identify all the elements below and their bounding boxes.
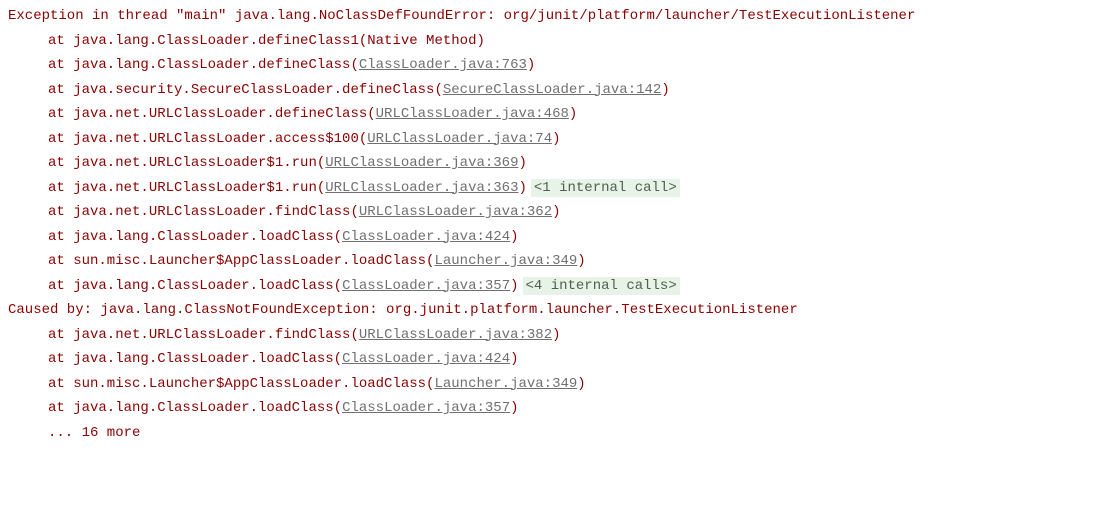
frame-text: at java.net.URLClassLoader.access$100( [48,131,367,147]
stack-frame: at java.net.URLClassLoader$1.run(URLClas… [8,151,1104,176]
close-paren: ) [510,400,518,416]
source-link[interactable]: URLClassLoader.java:468 [376,106,569,122]
frame-text: at java.net.URLClassLoader.findClass( [48,204,359,220]
source-link[interactable]: ClassLoader.java:424 [342,229,510,245]
close-paren: ) [518,155,526,171]
source-link[interactable]: URLClassLoader.java:363 [325,180,518,196]
stack-frame: at sun.misc.Launcher$AppClassLoader.load… [8,372,1104,397]
source-link[interactable]: URLClassLoader.java:369 [325,155,518,171]
source-link[interactable]: Launcher.java:349 [434,253,577,269]
frame-text: at java.lang.ClassLoader.loadClass( [48,229,342,245]
stack-frame: at java.net.URLClassLoader.defineClass(U… [8,102,1104,127]
frame-text: at java.lang.ClassLoader.loadClass( [48,400,342,416]
frame-text: at java.net.URLClassLoader.findClass( [48,327,359,343]
frames-omitted: ... 16 more [8,421,1104,446]
stack-frame: at java.lang.ClassLoader.loadClass(Class… [8,347,1104,372]
frame-text: at java.lang.ClassLoader.loadClass( [48,351,342,367]
frame-text: at java.security.SecureClassLoader.defin… [48,82,443,98]
stack-frame: at java.net.URLClassLoader.access$100(UR… [8,127,1104,152]
close-paren: ) [518,180,526,196]
frame-text: at java.lang.ClassLoader.defineClass1(Na… [48,33,485,49]
close-paren: ) [527,57,535,73]
source-link[interactable]: ClassLoader.java:357 [342,400,510,416]
frame-text: at sun.misc.Launcher$AppClassLoader.load… [48,376,434,392]
stack-frame: at java.lang.ClassLoader.loadClass(Class… [8,274,1104,299]
stack-frame: at java.net.URLClassLoader.findClass(URL… [8,200,1104,225]
internal-calls-fold[interactable]: <1 internal call> [531,179,680,197]
source-link[interactable]: URLClassLoader.java:74 [367,131,552,147]
frame-text: at sun.misc.Launcher$AppClassLoader.load… [48,253,434,269]
source-link[interactable]: Launcher.java:349 [434,376,577,392]
stack-frame: at java.lang.ClassLoader.loadClass(Class… [8,225,1104,250]
source-link[interactable]: URLClassLoader.java:382 [359,327,552,343]
source-link[interactable]: ClassLoader.java:357 [342,278,510,294]
source-link[interactable]: URLClassLoader.java:362 [359,204,552,220]
stack-frame: at java.net.URLClassLoader$1.run(URLClas… [8,176,1104,201]
frame-text: at java.net.URLClassLoader$1.run( [48,155,325,171]
stack-frame: at java.security.SecureClassLoader.defin… [8,78,1104,103]
stack-frame: at java.lang.ClassLoader.loadClass(Class… [8,396,1104,421]
close-paren: ) [552,131,560,147]
frame-text: at java.net.URLClassLoader$1.run( [48,180,325,196]
frame-text: at java.lang.ClassLoader.defineClass( [48,57,359,73]
close-paren: ) [577,376,585,392]
exception-header: Exception in thread "main" java.lang.NoC… [8,4,1104,29]
stack-frame: at java.net.URLClassLoader.findClass(URL… [8,323,1104,348]
close-paren: ) [510,278,518,294]
close-paren: ) [577,253,585,269]
close-paren: ) [552,204,560,220]
source-link[interactable]: SecureClassLoader.java:142 [443,82,661,98]
close-paren: ) [510,351,518,367]
close-paren: ) [569,106,577,122]
close-paren: ) [661,82,669,98]
stack-frame: at sun.misc.Launcher$AppClassLoader.load… [8,249,1104,274]
stacktrace-output: Exception in thread "main" java.lang.NoC… [8,4,1104,445]
frame-text: at java.net.URLClassLoader.defineClass( [48,106,376,122]
source-link[interactable]: ClassLoader.java:424 [342,351,510,367]
stack-frame: at java.lang.ClassLoader.defineClass(Cla… [8,53,1104,78]
stack-frame: at java.lang.ClassLoader.defineClass1(Na… [8,29,1104,54]
source-link[interactable]: ClassLoader.java:763 [359,57,527,73]
close-paren: ) [552,327,560,343]
caused-by-header: Caused by: java.lang.ClassNotFoundExcept… [8,298,1104,323]
frame-text: at java.lang.ClassLoader.loadClass( [48,278,342,294]
internal-calls-fold[interactable]: <4 internal calls> [523,277,680,295]
close-paren: ) [510,229,518,245]
